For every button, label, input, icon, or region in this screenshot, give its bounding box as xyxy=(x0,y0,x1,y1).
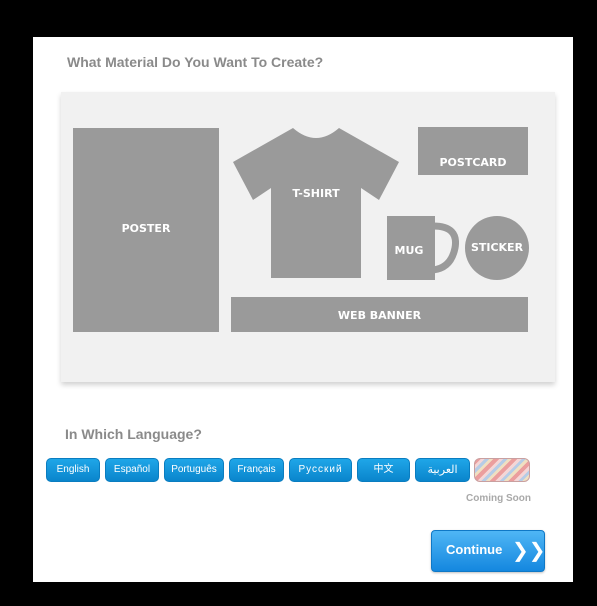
poster-label: POSTER xyxy=(121,222,171,235)
postcard-label: POSTCARD xyxy=(439,156,507,169)
double-chevron-right-icon: ❯❯ xyxy=(512,538,546,562)
material-dialog: What Material Do You Want To Create? POS… xyxy=(33,37,573,582)
postcard-option[interactable]: POSTCARD xyxy=(418,127,528,175)
language-button-francais[interactable]: Français xyxy=(229,458,284,482)
mug-label: MUG xyxy=(394,244,424,257)
language-heading: In Which Language? xyxy=(65,426,202,442)
language-button-russian[interactable]: Русский xyxy=(289,458,352,482)
tshirt-label: T-SHIRT xyxy=(292,187,340,200)
mug-option[interactable]: MUG xyxy=(387,216,459,280)
material-options-panel: POSTER T-SHIRT POSTCARD MUG STICKER WEB … xyxy=(61,92,555,382)
poster-option[interactable]: POSTER xyxy=(73,128,219,332)
language-button-chinese[interactable]: 中文 xyxy=(357,458,410,482)
coming-soon-label: Coming Soon xyxy=(466,493,531,504)
language-button-arabic[interactable]: العربية xyxy=(415,458,470,482)
material-heading: What Material Do You Want To Create? xyxy=(67,54,324,70)
web-banner-label: WEB BANNER xyxy=(337,309,422,322)
language-button-english[interactable]: English xyxy=(46,458,100,482)
more-languages-flags-icon xyxy=(474,458,530,482)
sticker-label: STICKER xyxy=(470,241,524,254)
web-banner-option[interactable]: WEB BANNER xyxy=(231,297,528,332)
language-button-portugues[interactable]: Português xyxy=(164,458,224,482)
sticker-option[interactable]: STICKER xyxy=(465,216,529,280)
tshirt-option[interactable]: T-SHIRT xyxy=(231,128,401,280)
tshirt-icon xyxy=(233,128,399,278)
language-button-espanol[interactable]: Español xyxy=(105,458,159,482)
continue-label: Continue xyxy=(446,542,503,557)
continue-button[interactable]: Continue ❯❯ xyxy=(431,530,546,572)
